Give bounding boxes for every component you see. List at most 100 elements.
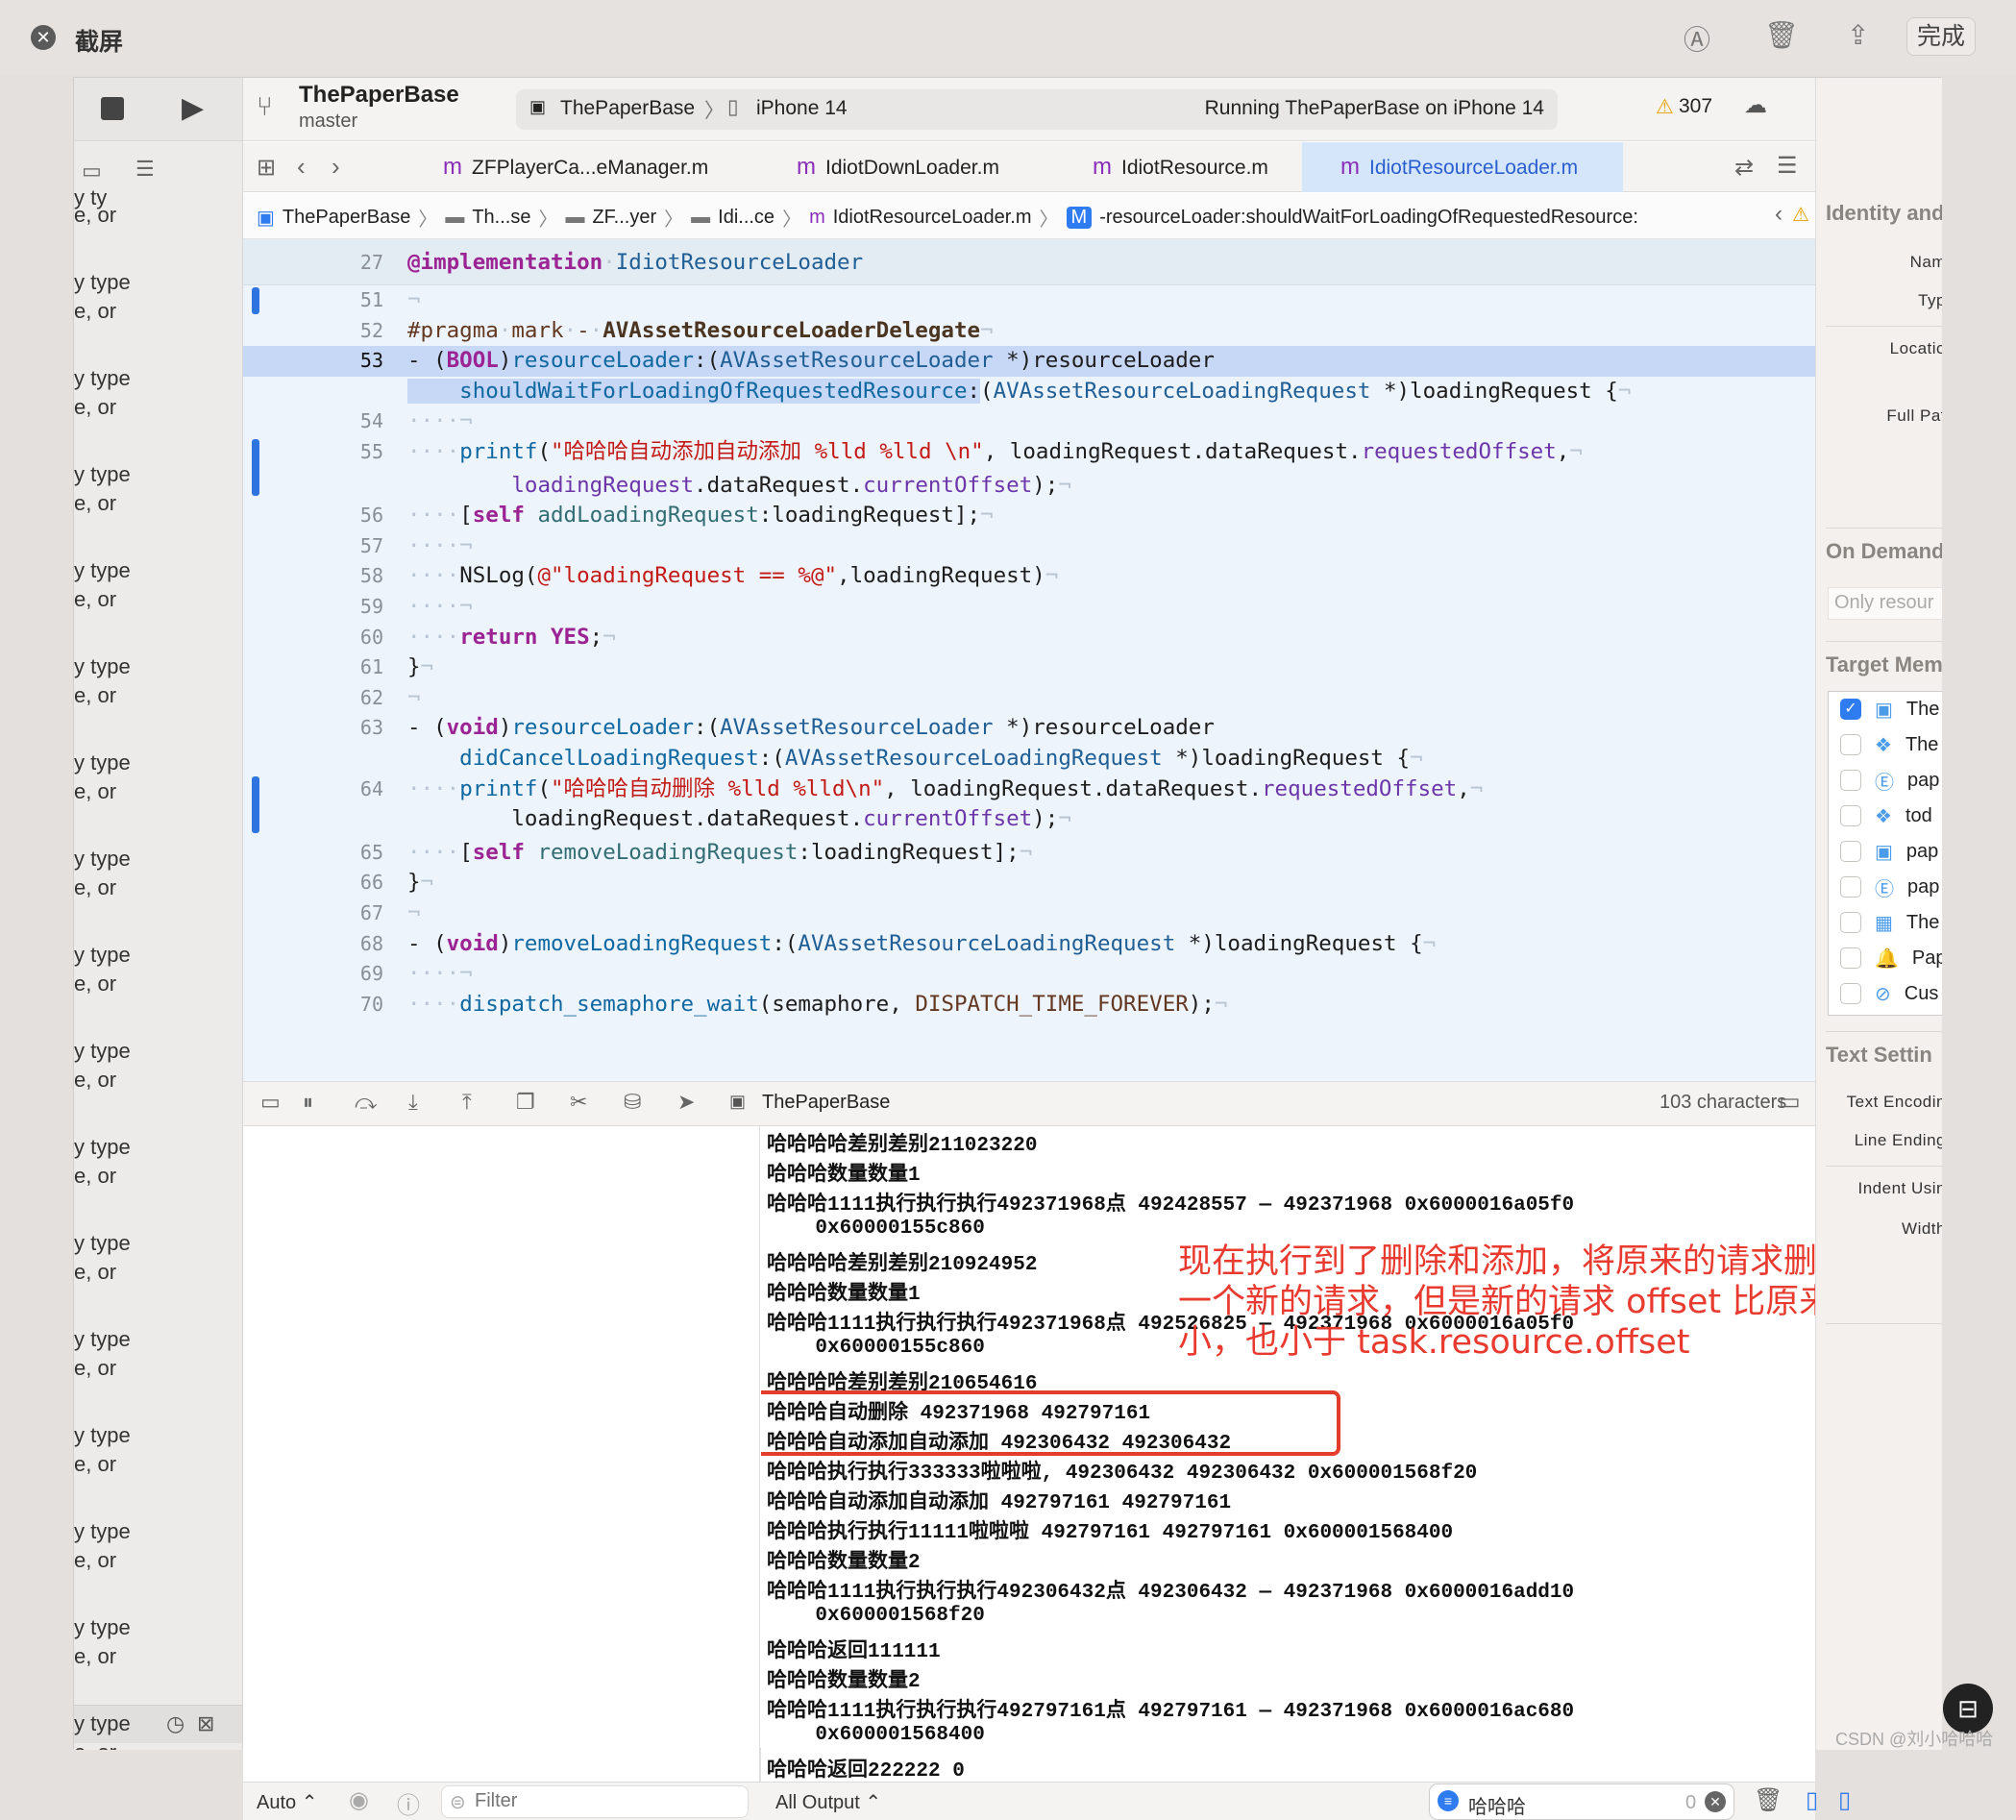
step-out-icon[interactable]: ⤒ xyxy=(462,1090,472,1115)
navigator-filter-icon[interactable]: ▭ xyxy=(82,159,102,184)
code-line[interactable]: 68 - (void)removeLoadingRequest:(AVAssetR… xyxy=(243,929,1815,960)
code-line[interactable]: 67 ¬ xyxy=(243,898,1815,929)
sidebar-item-text[interactable]: y type xyxy=(74,462,131,487)
sidebar-item-text[interactable]: y type xyxy=(74,847,131,872)
code-line[interactable]: 58 ····NSLog(@"loadingRequest == %@",load… xyxy=(243,561,1815,592)
sidebar-item-text[interactable]: y type xyxy=(74,654,131,679)
jump-item[interactable]: -resourceLoader:shouldWaitForLoadingOfRe… xyxy=(1099,207,1638,229)
sidebar-item-text[interactable]: y type xyxy=(74,943,131,968)
tab-1[interactable]: m ZFPlayerCa...eManager.m xyxy=(405,142,756,192)
target-checkbox[interactable] xyxy=(1840,876,1861,898)
grid-icon[interactable]: ⊞ xyxy=(257,154,276,182)
jump-item[interactable]: ZF...yer xyxy=(592,207,656,229)
hide-debug-icon[interactable]: ▭ xyxy=(260,1090,281,1115)
done-button[interactable]: 完成 xyxy=(1906,17,1976,56)
environment-icon[interactable]: ⛁ xyxy=(624,1090,641,1115)
forward-icon[interactable]: › xyxy=(332,152,340,182)
trash-icon[interactable]: 🗑 xyxy=(1754,1786,1782,1814)
warning-count[interactable]: 307 xyxy=(1679,95,1712,118)
eye-icon[interactable]: ◉ xyxy=(349,1786,369,1814)
code-line[interactable]: 55 ····printf("哈哈哈自动添加自动添加 %lld %lld \n",… xyxy=(243,437,1815,497)
sidebar-item-text[interactable]: y type xyxy=(74,1519,131,1544)
sidebar-item-text[interactable]: y type xyxy=(74,1231,131,1256)
target-row[interactable]: 🔔 Pap xyxy=(1840,941,1942,975)
target-row[interactable]: ✓ ▣ The xyxy=(1840,692,1939,726)
code-line[interactable]: 66}¬ xyxy=(243,868,1815,898)
target-checkbox[interactable] xyxy=(1840,734,1861,755)
code-line[interactable]: 65 ····[self removeLoadingRequest:loading… xyxy=(243,838,1815,869)
sidebar-item-text[interactable]: y type xyxy=(74,1327,131,1352)
target-checkbox[interactable] xyxy=(1840,983,1861,1004)
editor-options-icon[interactable]: ☰ xyxy=(1777,152,1798,180)
toggle-console-icon[interactable]: ▭ xyxy=(1779,1088,1801,1116)
change-bar[interactable] xyxy=(252,287,259,314)
code-line[interactable]: loadingRequest.dataRequest.currentOffset… xyxy=(243,471,1815,502)
sidebar-item-text[interactable]: e, or xyxy=(74,1164,116,1189)
code-line[interactable]: 56 ····[self addLoadingRequest:loadingReq… xyxy=(243,501,1815,531)
code-line[interactable]: 59 ····¬ xyxy=(243,592,1815,623)
code-line[interactable]: 57 ····¬ xyxy=(243,531,1815,562)
target-row[interactable]: Ⓔpap xyxy=(1840,870,1939,904)
prev-issue-icon[interactable]: ‹ xyxy=(1775,201,1782,228)
target-row[interactable]: ❖ tod xyxy=(1840,799,1932,833)
sidebar-item-text[interactable]: y type xyxy=(74,750,131,775)
sidebar-item-text[interactable]: y type xyxy=(74,1711,131,1736)
target-checkbox[interactable] xyxy=(1840,841,1861,862)
view-hierarchy-icon[interactable]: ❐ xyxy=(516,1090,535,1115)
sidebar-item-text[interactable]: e, or xyxy=(74,971,116,996)
sidebar-item-text[interactable]: e, or xyxy=(74,1740,116,1750)
clear-icon[interactable]: ✕ xyxy=(1705,1791,1726,1812)
console-filter[interactable]: ≡ 哈哈哈 0 ✕ xyxy=(1429,1783,1734,1820)
code-line[interactable]: 52 #pragma·mark·-·AVAssetResourceLoaderDe… xyxy=(243,316,1815,347)
sidebar-item-text[interactable]: e, or xyxy=(74,875,116,900)
code-line[interactable]: 61}¬ xyxy=(243,652,1815,683)
sidebar-item-text[interactable]: e, or xyxy=(74,491,116,516)
code-line[interactable]: 53 - (BOOL)resourceLoader:(AVAssetResourc… xyxy=(243,346,1815,377)
sidebar-item-text[interactable]: y type xyxy=(74,270,131,295)
location-icon[interactable]: ➤ xyxy=(677,1090,695,1115)
auto-selector[interactable]: Auto ⌃ xyxy=(257,1790,317,1814)
console-output[interactable]: 哈哈哈哈差别差别211023220 哈哈哈数量数量1 哈哈哈1111执行执行执行49… xyxy=(761,1126,1815,1782)
jump-item[interactable]: ThePaperBase xyxy=(283,207,410,229)
run-button[interactable]: ▶ xyxy=(182,91,204,125)
code-line[interactable]: 62 ¬ xyxy=(243,683,1815,714)
markup-icon[interactable]: Ⓐ xyxy=(1684,19,1710,58)
code-line[interactable]: 54 ····¬ xyxy=(243,406,1815,437)
output-selector[interactable]: All Output ⌃ xyxy=(775,1790,881,1814)
sidebar-item-text[interactable]: y type xyxy=(74,1615,131,1640)
left-panel-icon[interactable]: ▯ xyxy=(1806,1786,1818,1814)
sidebar-item-text[interactable]: e, or xyxy=(74,395,116,420)
sidebar-item-text[interactable]: y type xyxy=(74,366,131,391)
pause-icon[interactable]: ⏸ xyxy=(303,1090,313,1115)
tab-3[interactable]: m IdiotResource.m xyxy=(1054,142,1300,192)
close-icon[interactable]: ✕ xyxy=(31,25,56,50)
code-line[interactable]: 60 ····return YES;¬ xyxy=(243,623,1815,653)
tab-2[interactable]: m IdiotDownLoader.m xyxy=(758,142,1052,192)
sidebar-item-text[interactable]: y type xyxy=(74,558,131,583)
step-into-icon[interactable]: ⤓ xyxy=(408,1090,418,1115)
cloud-icon[interactable]: ☁ xyxy=(1744,91,1767,119)
stop-button[interactable] xyxy=(101,97,124,120)
sidebar-item-text[interactable]: y type xyxy=(74,1135,131,1160)
target-checkbox[interactable] xyxy=(1840,947,1861,969)
target-checkbox[interactable] xyxy=(1840,805,1861,826)
scheme-selector[interactable]: ▣ ThePaperBase 〉 ▯ iPhone 14 Running The… xyxy=(516,89,1558,130)
target-row[interactable]: ⊘ Cus xyxy=(1840,976,1938,1011)
code-line[interactable]: 51 ¬ xyxy=(243,285,1815,316)
sidebar-item-text[interactable]: e, or xyxy=(74,1356,116,1381)
code-line[interactable]: 64 ····printf("哈哈哈自动删除 %lld %lld\n", load… xyxy=(243,775,1815,833)
sidebar-item-text[interactable]: y type xyxy=(74,1423,131,1448)
sidebar-item-text[interactable]: e, or xyxy=(74,203,116,228)
code-line[interactable]: shouldWaitForLoadingOfRequestedResource:… xyxy=(243,377,1815,407)
console-filter-value[interactable]: 哈哈哈 xyxy=(1468,1791,1526,1819)
issues-filter-icon[interactable]: ⊠ xyxy=(197,1711,214,1736)
sidebar-item-text[interactable]: e, or xyxy=(74,1260,116,1285)
scheme-name[interactable]: ThePaperBase xyxy=(560,97,695,120)
memory-graph-icon[interactable]: ✂ xyxy=(570,1090,587,1115)
target-checkbox[interactable] xyxy=(1840,770,1861,791)
sidebar-item-text[interactable]: e, or xyxy=(74,779,116,804)
code-line[interactable]: 69 ····¬ xyxy=(243,959,1815,990)
step-over-icon[interactable]: ⤼ xyxy=(355,1090,378,1115)
warning-icon[interactable]: ⚠ xyxy=(1792,203,1809,227)
sidebar-item-text[interactable]: e, or xyxy=(74,587,116,612)
